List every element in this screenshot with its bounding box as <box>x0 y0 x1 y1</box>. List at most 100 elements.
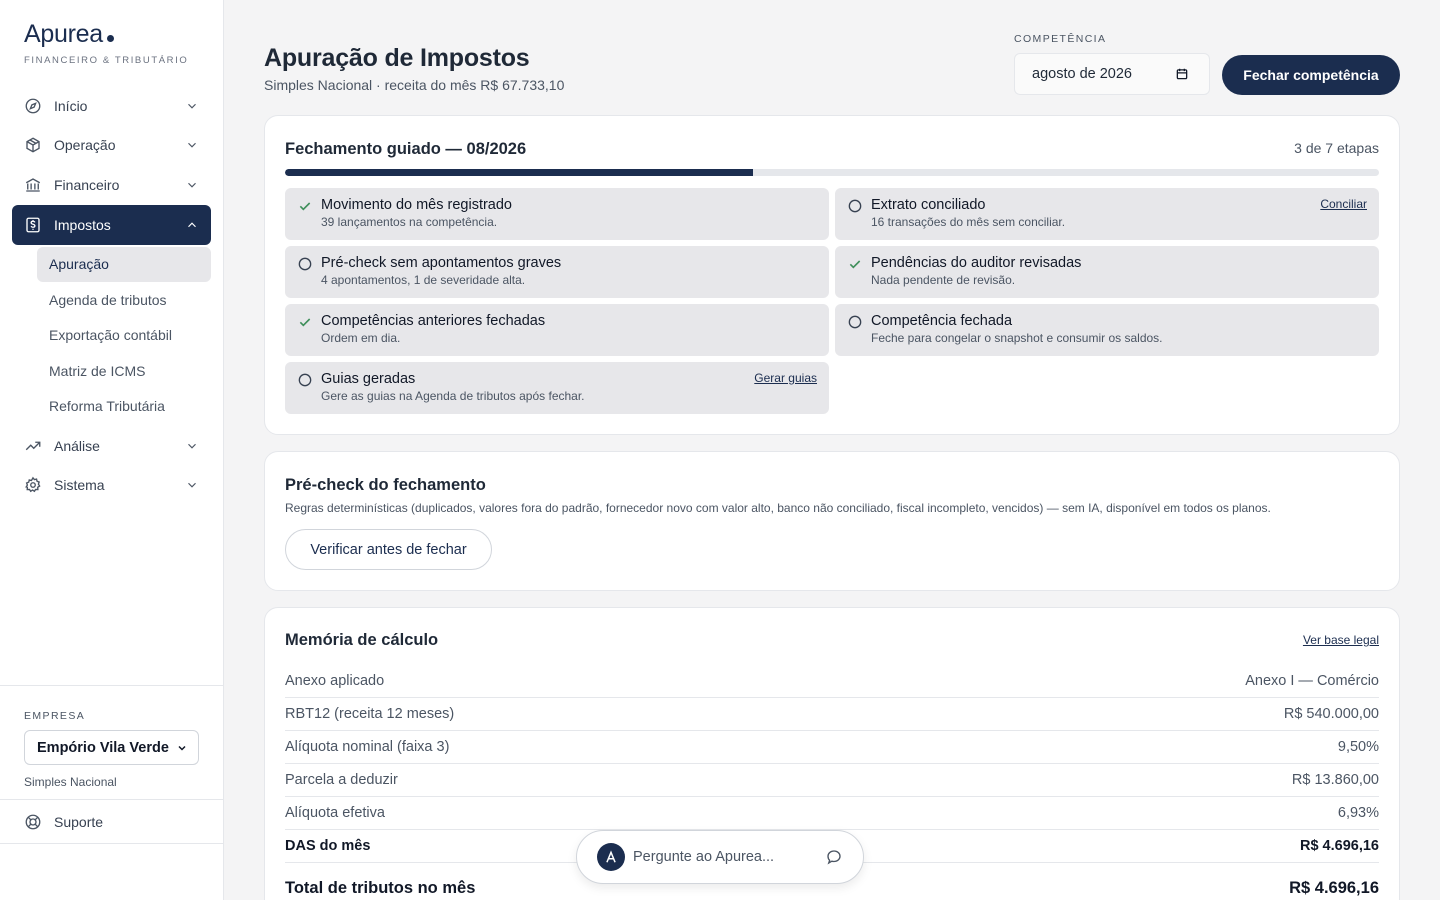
competencia-month-input[interactable]: agosto de 2026 <box>1014 53 1210 95</box>
step-competencias-anteriores: Competências anteriores fechadas Ordem e… <box>285 304 829 356</box>
support-label: Suporte <box>54 813 104 830</box>
calc-row: Alíquota efetiva 6,93% <box>285 797 1379 830</box>
assistant-input[interactable]: Pergunte ao Apurea... <box>576 830 864 884</box>
brand[interactable]: Apurea FINANCEIRO & TRIBUTÁRIO <box>24 20 188 66</box>
step-precheck: Pré-check sem apontamentos graves 4 apon… <box>285 246 829 298</box>
calc-value: R$ 540.000,00 <box>1283 706 1379 722</box>
page-subtitle: Simples Nacional · receita do mês R$ 67.… <box>264 77 565 93</box>
closing-progress-bar <box>285 169 1379 176</box>
brand-tagline: FINANCEIRO & TRIBUTÁRIO <box>24 55 189 66</box>
step-desc: Gere as guias na Agenda de tributos após… <box>321 389 585 403</box>
calc-value: 6,93% <box>1337 805 1379 821</box>
step-desc: 4 apontamentos, 1 de severidade alta. <box>321 273 526 287</box>
step-competencia-fechada: Competência fechada Feche para congelar … <box>835 304 1379 356</box>
company-select[interactable]: Empório Vila Verde <box>24 730 199 765</box>
sidebar: Apurea FINANCEIRO & TRIBUTÁRIO Início Op… <box>0 0 224 900</box>
chevron-down-icon <box>188 483 196 488</box>
chevron-up-icon <box>188 221 196 227</box>
chevron-down-icon <box>188 182 196 188</box>
calc-label: Alíquota nominal (faixa 3) <box>285 739 450 755</box>
apurea-logo-icon <box>597 843 625 871</box>
sidebar-item-label: Início <box>54 97 88 114</box>
company-select-value: Empório Vila Verde <box>37 739 169 756</box>
circle-icon <box>848 199 862 213</box>
support-link[interactable]: Suporte <box>0 799 223 844</box>
lifebuoy-icon <box>24 813 42 831</box>
step-title: Pré-check sem apontamentos graves <box>321 255 562 271</box>
check-icon <box>849 260 861 269</box>
sidebar-subitem-reforma[interactable]: Reforma Tributária <box>37 389 211 425</box>
chevron-down-icon <box>188 103 196 109</box>
step-title: Competências anteriores fechadas <box>321 313 546 329</box>
gear-icon <box>24 476 42 494</box>
check-icon <box>299 318 311 327</box>
sidebar-item-analise[interactable]: Análise <box>12 426 211 466</box>
step-auditor: Pendências do auditor revisadas Nada pen… <box>835 246 1379 298</box>
verificar-button[interactable]: Verificar antes de fechar <box>285 529 492 570</box>
calc-label: RBT12 (receita 12 meses) <box>285 706 455 722</box>
circle-icon <box>298 373 312 387</box>
calc-memory-title: Memória de cálculo <box>285 631 439 649</box>
calc-row: Anexo aplicado Anexo I — Comércio <box>285 665 1379 698</box>
conciliar-link[interactable]: Conciliar <box>1320 197 1367 211</box>
box-icon <box>24 136 42 154</box>
sidebar-item-inicio[interactable]: Início <box>12 86 211 126</box>
trending-up-icon <box>24 437 42 455</box>
sidebar-item-impostos[interactable]: Impostos <box>12 204 211 245</box>
sidebar-item-label: Análise <box>54 437 100 454</box>
brand-logo: Apurea <box>24 20 188 49</box>
page-title: Apuração de Impostos <box>264 44 530 72</box>
sidebar-subitem-exportacao[interactable]: Exportação contábil <box>37 318 211 354</box>
sidebar-item-financeiro[interactable]: Financeiro <box>12 165 211 205</box>
chevron-down-icon <box>188 143 196 148</box>
closing-progress-fill <box>285 169 754 176</box>
assistant-placeholder: Pergunte ao Apurea... <box>633 849 775 865</box>
step-title: Guias geradas <box>321 371 416 387</box>
precheck-title: Pré-check do fechamento <box>285 476 486 494</box>
step-desc: Nada pendente de revisão. <box>871 273 1016 287</box>
calc-row: Parcela a deduzir R$ 13.860,00 <box>285 764 1379 797</box>
chat-bubble-icon[interactable] <box>825 848 843 866</box>
fechar-competencia-button[interactable]: Fechar competência <box>1222 55 1400 95</box>
precheck-card: Pré-check do fechamento Regras determiní… <box>264 451 1400 591</box>
competencia-value: agosto de 2026 <box>1032 66 1132 82</box>
competencia-label: COMPETÊNCIA <box>1014 33 1107 45</box>
calendar-icon <box>1176 68 1188 80</box>
step-title: Pendências do auditor revisadas <box>871 255 1082 271</box>
closing-steps: Movimento do mês registrado 39 lançament… <box>285 188 1379 414</box>
main-nav: Início Operação Financeiro Impostos Apur… <box>12 86 211 505</box>
chevron-down-icon <box>188 443 196 449</box>
calc-row: RBT12 (receita 12 meses) R$ 540.000,00 <box>285 698 1379 731</box>
guided-closing-title: Fechamento guiado — 08/2026 <box>285 140 527 158</box>
precheck-description: Regras determinísticas (duplicados, valo… <box>285 501 1271 515</box>
gerar-guias-link[interactable]: Gerar guias <box>754 371 817 385</box>
step-title: Competência fechada <box>871 313 1013 329</box>
compass-icon <box>24 97 42 115</box>
bank-icon <box>24 176 42 194</box>
sidebar-item-operacao[interactable]: Operação <box>12 126 211 166</box>
check-icon <box>299 202 311 211</box>
calc-total-value: R$ 4.696,16 <box>1289 878 1379 897</box>
ver-base-legal-link[interactable]: Ver base legal <box>1303 633 1379 647</box>
step-desc: Ordem em dia. <box>321 331 401 345</box>
sidebar-subitem-apuracao[interactable]: Apuração <box>37 246 211 282</box>
receipt-icon <box>24 216 42 234</box>
steps-count: 3 de 7 etapas <box>1294 140 1379 156</box>
calc-label: Alíquota efetiva <box>285 805 385 821</box>
calc-value: R$ 13.860,00 <box>1291 772 1379 788</box>
brand-name: Apurea <box>24 20 103 48</box>
step-title: Movimento do mês registrado <box>321 197 512 213</box>
chevron-down-icon <box>178 745 186 751</box>
circle-icon <box>848 315 862 329</box>
sidebar-item-label: Impostos <box>54 216 111 233</box>
circle-icon <box>298 257 312 271</box>
sidebar-subitem-matriz-icms[interactable]: Matriz de ICMS <box>37 353 211 389</box>
step-desc: 39 lançamentos na competência. <box>321 215 498 229</box>
sidebar-item-sistema[interactable]: Sistema <box>12 466 211 506</box>
sidebar-subitem-agenda[interactable]: Agenda de tributos <box>37 282 211 318</box>
calc-value: Anexo I — Comércio <box>1245 673 1379 689</box>
guided-closing-card: Fechamento guiado — 08/2026 3 de 7 etapa… <box>264 115 1400 435</box>
sidebar-item-label: Sistema <box>54 477 105 494</box>
step-guias: Guias geradas Gere as guias na Agenda de… <box>285 362 829 414</box>
calc-row: Alíquota nominal (faixa 3) 9,50% <box>285 731 1379 764</box>
